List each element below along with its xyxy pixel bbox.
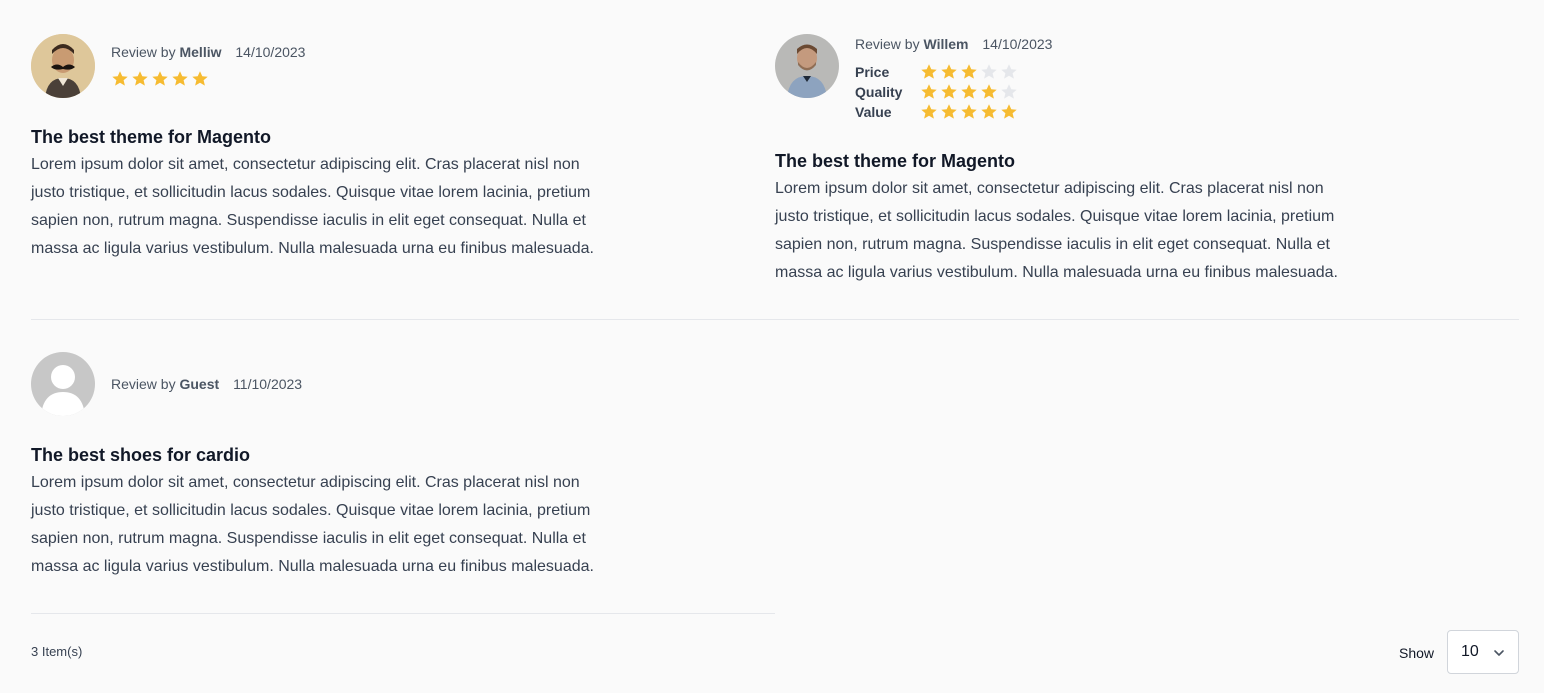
review-text: Lorem ipsum dolor sit amet, consectetur … [775,180,1338,281]
star-icon [941,104,957,119]
rating-breakdown: Price Quality Value [855,62,1018,122]
star-icon [961,64,977,79]
avatar-melliw [31,34,95,98]
rating-stars [920,63,1018,81]
review-item: Review by Willem 14/10/2023 Price Qualit… [775,34,1395,289]
review-author: Melliw [179,44,222,60]
review-title: The best theme for Magento [775,151,1016,171]
star-icon [941,64,957,79]
review-date: 14/10/2023 [235,44,306,60]
star-icon [921,84,937,99]
review-author: Willem [923,36,969,52]
rating-label: Value [855,104,892,120]
star-icon [192,71,208,86]
star-icon [112,71,128,86]
review-title: The best shoes for cardio [31,445,251,465]
star-icon [981,84,997,99]
star-icon [921,64,937,79]
chevron-down-icon [1494,650,1504,656]
item-count: 3 Item(s) [31,644,83,659]
rating-row-quality: Quality [855,82,1018,102]
rating-label: Quality [855,84,903,100]
show-label: Show [1399,645,1435,661]
review-title: The best theme for Magento [31,127,272,147]
star-icon [1001,104,1017,119]
rating-stars [920,83,1018,101]
review-meta: Review by Melliw 14/10/2023 [111,44,305,60]
star-icon [152,71,168,86]
star-icon [1001,84,1017,99]
review-date: 11/10/2023 [233,376,303,392]
review-date: 14/10/2023 [982,36,1053,52]
star-icon [921,104,937,119]
star-icon [961,104,977,119]
rating-row-price: Price [855,62,1018,82]
rating-label: Price [855,64,890,80]
star-icon [132,71,148,86]
rating-stars [111,70,209,88]
star-icon [941,84,957,99]
review-meta: Review by Guest 11/10/2023 [111,376,302,392]
review-text: Lorem ipsum dolor sit amet, consectetur … [31,474,594,575]
star-icon [1001,64,1017,79]
avatar-willem [775,34,839,98]
review-divider [31,319,1519,320]
page-size-value: 10 [1461,643,1479,660]
review-text: Lorem ipsum dolor sit amet, consectetur … [31,156,594,257]
review-divider [31,613,775,614]
star-icon [961,84,977,99]
rating-stars [920,103,1018,121]
review-item: Review by Melliw 14/10/2023 The best the… [31,34,651,264]
star-icon [981,64,997,79]
star-icon [172,71,188,86]
rating-row-value: Value [855,102,1018,122]
review-by-label: Review by [111,376,176,392]
review-by-label: Review by [855,36,920,52]
review-meta: Review by Willem 14/10/2023 [855,36,1052,52]
review-item: Review by Guest 11/10/2023 The best shoe… [31,352,651,582]
review-by-label: Review by [111,44,176,60]
star-icon [981,104,997,119]
page-size-select[interactable]: 10 [1447,630,1519,674]
avatar-guest-icon [31,352,95,416]
review-author: Guest [179,376,220,392]
